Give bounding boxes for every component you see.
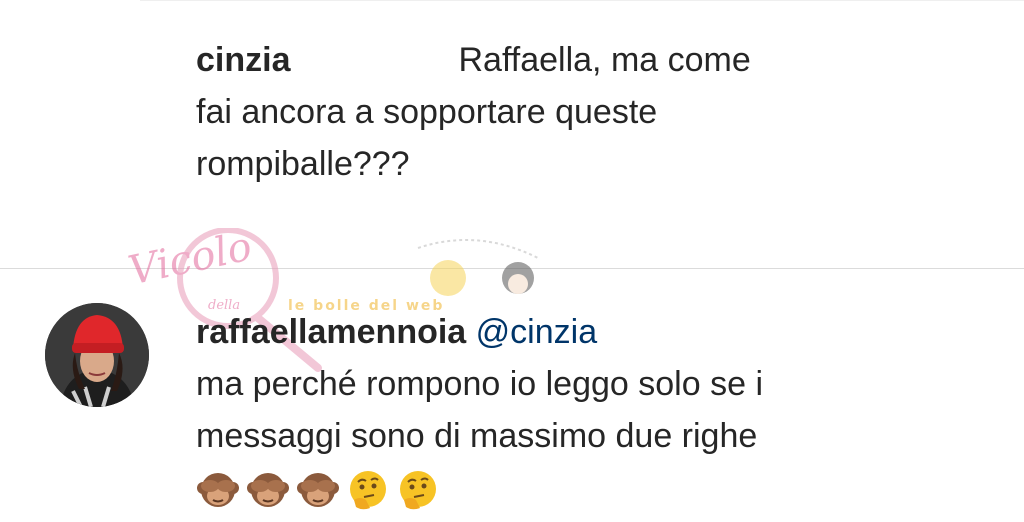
emoji-row bbox=[196, 468, 996, 512]
comment-username[interactable]: raffaellamennoia bbox=[196, 313, 466, 351]
comment-username[interactable]: cinzia bbox=[196, 41, 290, 79]
comment-cinzia: cinzia Raffaella, ma come fai ancora a so… bbox=[196, 34, 836, 190]
watermark-script: Vicolo bbox=[124, 223, 256, 295]
comment-divider bbox=[0, 268, 1024, 269]
comment-line-1: cinzia Raffaella, ma come bbox=[196, 34, 836, 86]
top-divider bbox=[140, 0, 1024, 1]
see-no-evil-monkey-icon bbox=[197, 473, 239, 507]
comment-line-2: fai ancora a sopportare queste bbox=[196, 93, 658, 131]
comment-line-2: ma perché rompono io leggo solo se i bbox=[196, 365, 763, 403]
thinking-face-icon bbox=[400, 471, 436, 510]
comment-line-3: rompiballe??? bbox=[196, 145, 410, 183]
comment-line-3: messaggi sono di massimo due righe bbox=[196, 417, 758, 455]
thinking-face-icon bbox=[350, 471, 386, 510]
comment-line-1: raffaellamennoia @cinzia bbox=[196, 306, 996, 358]
mention-link[interactable]: @cinzia bbox=[476, 313, 597, 351]
comment-text-part: Raffaella, ma come bbox=[458, 41, 751, 79]
see-no-evil-monkey-icon bbox=[247, 473, 289, 507]
see-no-evil-monkey-icon bbox=[297, 473, 339, 507]
avatar[interactable] bbox=[45, 303, 149, 407]
comment-raffaellamennoia: raffaellamennoia @cinzia ma perché rompo… bbox=[196, 306, 996, 512]
